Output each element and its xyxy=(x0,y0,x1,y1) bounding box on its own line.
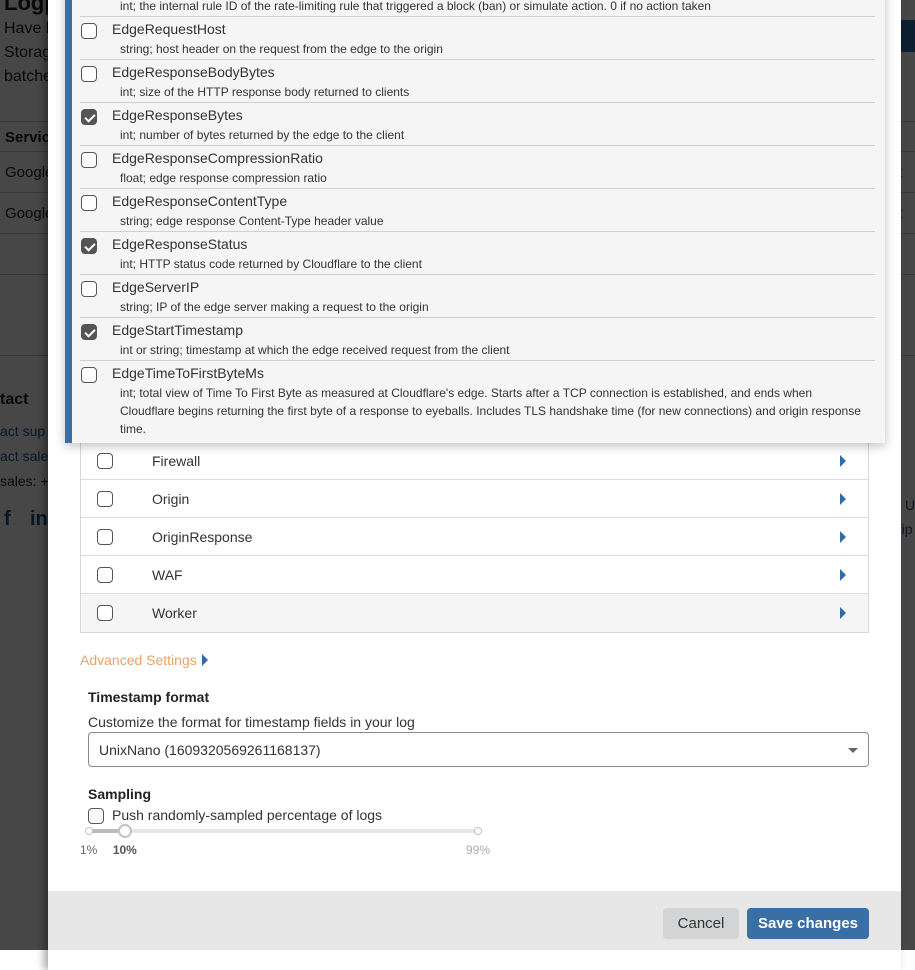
field-desc: int; total view of Time To First Byte as… xyxy=(120,386,861,436)
caret-right-icon xyxy=(201,654,208,666)
category-checkbox[interactable] xyxy=(97,452,113,469)
advanced-settings-toggle[interactable]: Advanced Settings xyxy=(80,652,208,668)
field-list-panel: int; the internal rule ID of the rate-li… xyxy=(65,0,885,443)
field-name: EdgeResponseBytes xyxy=(112,107,243,123)
slider-max-dot xyxy=(474,827,482,835)
category-row-firewall[interactable]: Firewall xyxy=(81,442,868,480)
timestamp-format-title: Timestamp format xyxy=(88,689,210,705)
field-name: EdgeResponseContentType xyxy=(112,193,288,209)
field-desc: int; number of bytes returned by the edg… xyxy=(120,128,405,142)
caret-right-icon[interactable] xyxy=(840,454,846,467)
category-row-originresponse[interactable]: OriginResponse xyxy=(81,518,868,556)
caret-right-icon[interactable] xyxy=(840,492,846,505)
field-checkbox[interactable] xyxy=(81,238,97,254)
field-row[interactable]: EdgeStartTimestamp int or string; timest… xyxy=(80,318,875,361)
field-desc: string; edge response Content-Type heade… xyxy=(120,214,384,228)
field-name: EdgeResponseBodyBytes xyxy=(112,64,275,80)
field-name: EdgeTimeToFirstByteMs xyxy=(112,365,264,381)
category-row-worker[interactable]: Worker xyxy=(81,594,868,632)
category-row-waf[interactable]: WAF xyxy=(81,556,868,594)
field-row[interactable]: EdgeRequestHost string; host header on t… xyxy=(80,17,875,60)
field-desc: int; the internal rule ID of the rate-li… xyxy=(120,0,711,13)
field-name: EdgeStartTimestamp xyxy=(112,322,243,338)
field-desc: string; IP of the edge server making a r… xyxy=(120,300,429,314)
field-checkbox[interactable] xyxy=(81,109,97,125)
caret-right-icon[interactable] xyxy=(840,530,846,543)
field-checkbox[interactable] xyxy=(81,367,97,383)
slider-min-dot xyxy=(85,827,93,835)
sampling-checkbox-label: Push randomly-sampled percentage of logs xyxy=(112,807,383,823)
cancel-button[interactable]: Cancel xyxy=(663,908,739,939)
field-checkbox[interactable] xyxy=(81,195,97,211)
slider-min-label: 1% xyxy=(80,843,98,857)
field-name: EdgeResponseCompressionRatio xyxy=(112,150,323,166)
category-row-origin[interactable]: Origin xyxy=(81,480,868,518)
field-checkbox[interactable] xyxy=(81,281,97,297)
timestamp-format-select[interactable]: UnixNano (1609320569261168137) xyxy=(88,732,869,767)
field-checkbox[interactable] xyxy=(81,152,97,168)
category-label: WAF xyxy=(152,566,183,583)
field-checkbox[interactable] xyxy=(81,66,97,82)
field-desc: int; HTTP status code returned by Cloudf… xyxy=(120,257,422,271)
field-row[interactable]: EdgeResponseStatus int; HTTP status code… xyxy=(80,232,875,275)
field-checkbox[interactable] xyxy=(81,324,97,340)
field-desc: int; size of the HTTP response body retu… xyxy=(120,85,410,99)
sampling-slider-handle[interactable] xyxy=(117,824,132,838)
advanced-settings-label: Advanced Settings xyxy=(80,652,197,668)
category-checkbox[interactable] xyxy=(97,605,113,621)
save-changes-button[interactable]: Save changes xyxy=(747,908,869,939)
field-name: EdgeServerIP xyxy=(112,279,200,295)
slider-value-label: 10% xyxy=(112,843,137,857)
timestamp-format-value: UnixNano (1609320569261168137) xyxy=(99,741,321,758)
field-name: EdgeResponseStatus xyxy=(112,236,248,252)
field-row[interactable]: EdgeResponseContentType string; edge res… xyxy=(80,189,875,232)
category-label: Worker xyxy=(152,605,197,621)
chevron-down-icon xyxy=(848,748,858,753)
field-row[interactable]: EdgeResponseCompressionRatio float; edge… xyxy=(80,146,875,189)
field-row[interactable]: EdgeServerIP string; IP of the edge serv… xyxy=(80,275,875,318)
field-row[interactable]: EdgeTimeToFirstByteMs int; total view of… xyxy=(80,361,875,441)
category-checkbox[interactable] xyxy=(97,490,113,507)
timestamp-format-desc: Customize the format for timestamp field… xyxy=(88,714,415,730)
caret-right-icon[interactable] xyxy=(840,568,846,581)
field-row[interactable]: EdgeResponseBodyBytes int; size of the H… xyxy=(80,60,875,103)
sampling-title: Sampling xyxy=(88,786,152,802)
sampling-checkbox[interactable] xyxy=(88,808,104,824)
sampling-slider-track[interactable] xyxy=(89,829,479,833)
field-desc: string; host header on the request from … xyxy=(120,42,443,56)
category-label: Firewall xyxy=(152,452,201,469)
field-desc: float; edge response compression ratio xyxy=(120,171,327,185)
field-row-truncated: int; the internal rule ID of the rate-li… xyxy=(80,0,875,17)
category-checkbox[interactable] xyxy=(97,566,113,583)
category-label: Origin xyxy=(152,490,190,507)
category-checkbox[interactable] xyxy=(97,528,113,545)
field-name: EdgeRequestHost xyxy=(112,21,226,37)
category-label: OriginResponse xyxy=(152,528,253,545)
field-desc: int or string; timestamp at which the ed… xyxy=(120,343,510,357)
field-row[interactable]: EdgeResponseBytes int; number of bytes r… xyxy=(80,103,875,146)
caret-right-icon[interactable] xyxy=(840,607,846,619)
slider-max-label: 99% xyxy=(466,843,491,857)
field-checkbox[interactable] xyxy=(81,23,97,39)
